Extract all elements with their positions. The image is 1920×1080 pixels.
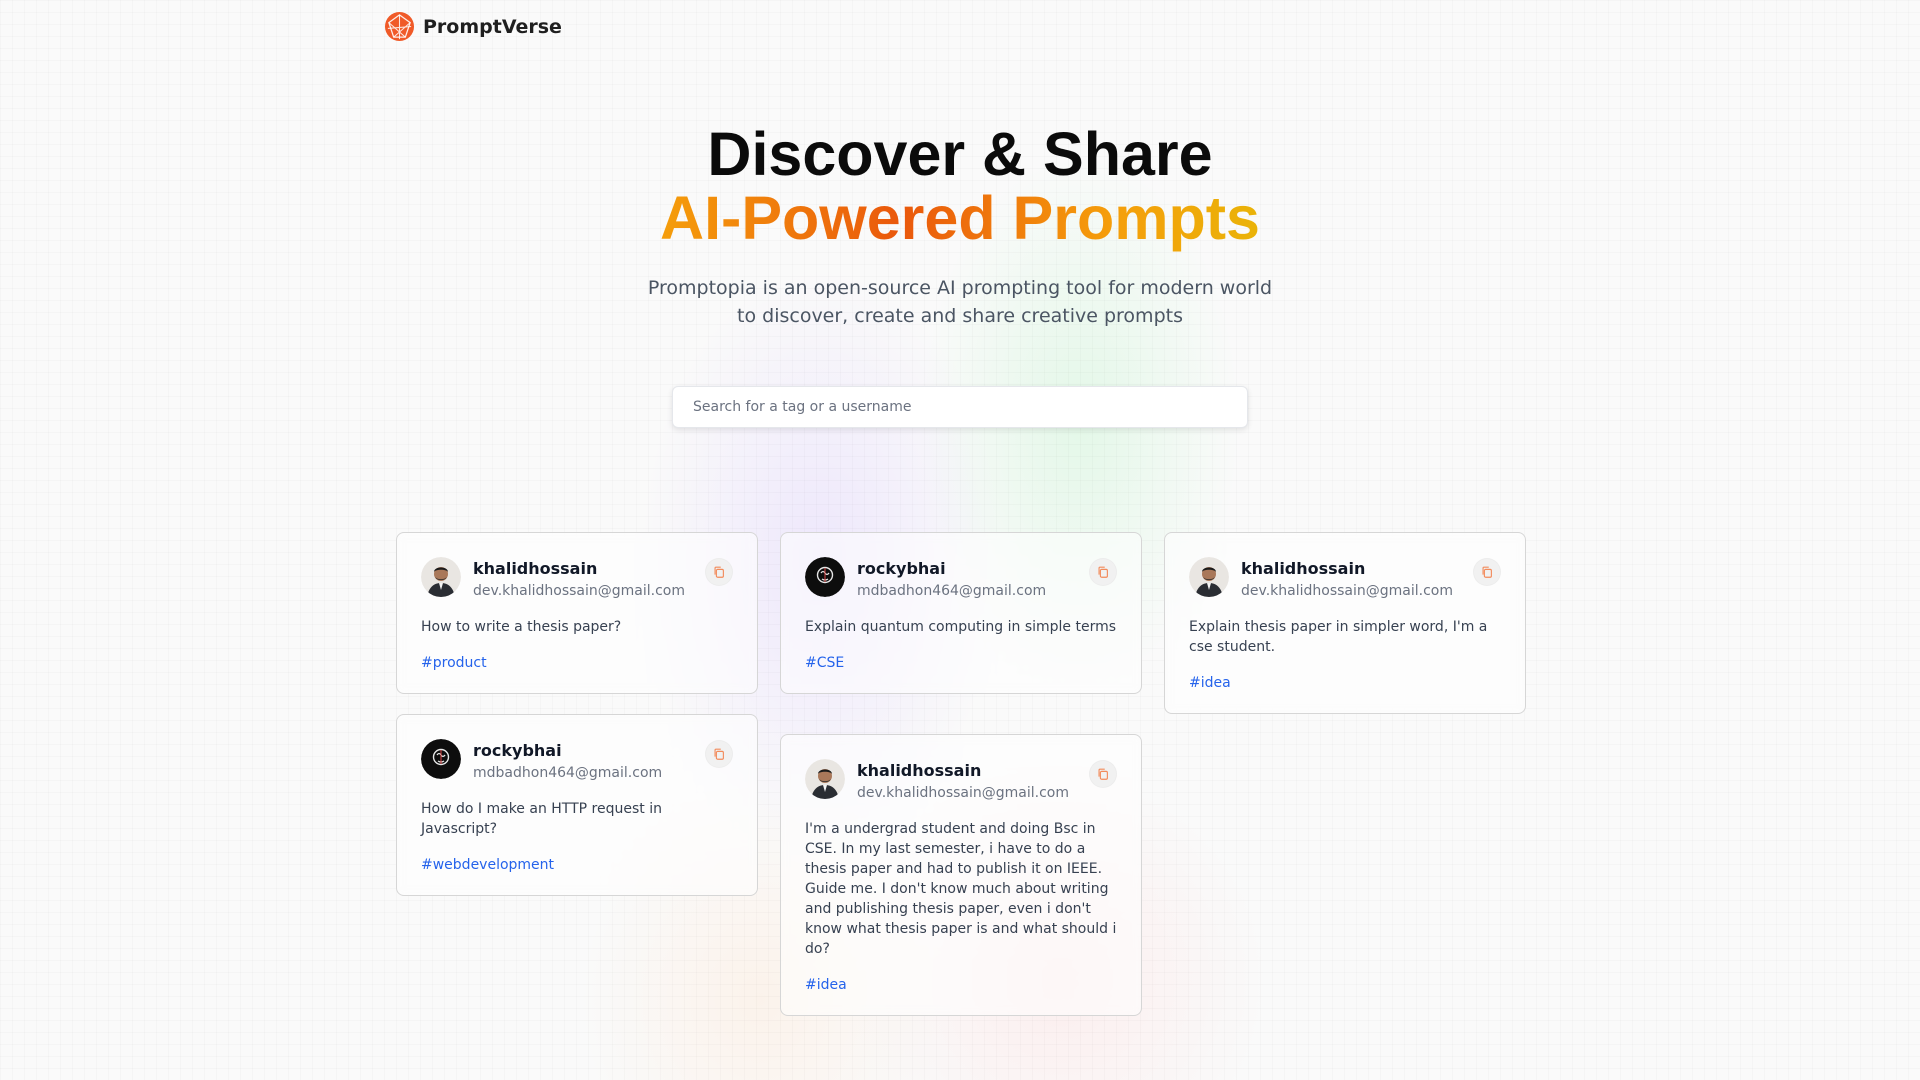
card-username[interactable]: rockybhai <box>857 559 1089 579</box>
hero-title-line1: Discover & Share <box>707 120 1213 188</box>
prompt-card: khalidhossain dev.khalidhossain@gmail.co… <box>780 734 1142 1016</box>
card-email: dev.khalidhossain@gmail.com <box>1241 583 1453 599</box>
prompt-card: khalidhossain dev.khalidhossain@gmail.co… <box>1164 532 1526 714</box>
card-email: dev.khalidhossain@gmail.com <box>857 785 1069 801</box>
card-prompt: Explain quantum computing in simple term… <box>805 619 1117 635</box>
copy-icon <box>1480 565 1494 579</box>
avatar[interactable] <box>421 557 461 597</box>
globe-logo-icon[interactable] <box>384 11 415 42</box>
hero-section: Discover & Share AI-Powered Prompts Prom… <box>0 122 1920 330</box>
avatar[interactable] <box>805 759 845 799</box>
copy-icon <box>712 747 726 761</box>
card-username[interactable]: khalidhossain <box>473 559 705 579</box>
card-email: mdbadhon464@gmail.com <box>857 583 1047 599</box>
card-tag[interactable]: #CSE <box>805 653 1117 673</box>
avatar[interactable] <box>1189 557 1229 597</box>
card-prompt: How to write a thesis paper? <box>421 619 622 635</box>
card-prompt: I'm a undergrad student and doing Bsc in… <box>805 821 1117 957</box>
prompt-card: khalidhossain dev.khalidhossain@gmail.co… <box>396 532 758 694</box>
copy-button[interactable] <box>1473 558 1501 586</box>
copy-icon <box>1096 767 1110 781</box>
copy-button[interactable] <box>1089 760 1117 788</box>
copy-icon <box>1096 565 1110 579</box>
copy-button[interactable] <box>705 558 733 586</box>
prompt-card: rockybhai mdbadhon464@gmail.com Explain … <box>780 532 1142 694</box>
card-username[interactable]: khalidhossain <box>857 761 1089 781</box>
copy-button[interactable] <box>705 740 733 768</box>
card-username[interactable]: khalidhossain <box>1241 559 1473 579</box>
hero-description: Promptopia is an open-source AI promptin… <box>647 277 1273 327</box>
card-tag[interactable]: #webdevelopment <box>421 855 733 875</box>
copy-button[interactable] <box>1089 558 1117 586</box>
card-prompt: How do I make an HTTP request in Javascr… <box>421 801 662 837</box>
hero-title: Discover & Share AI-Powered Prompts <box>0 122 1920 250</box>
copy-icon <box>712 565 726 579</box>
navbar: PromptVerse <box>384 11 562 42</box>
prompt-card: rockybhai mdbadhon464@gmail.com How do I… <box>396 714 758 896</box>
card-email: dev.khalidhossain@gmail.com <box>473 583 685 599</box>
hero-title-line2: AI-Powered Prompts <box>660 184 1260 252</box>
avatar[interactable] <box>805 557 845 597</box>
card-prompt: Explain thesis paper in simpler word, I'… <box>1189 619 1488 655</box>
card-username[interactable]: rockybhai <box>473 741 705 761</box>
card-tag[interactable]: #idea <box>1189 673 1501 693</box>
brand-name[interactable]: PromptVerse <box>423 16 562 38</box>
search-input[interactable] <box>672 386 1248 428</box>
avatar[interactable] <box>421 739 461 779</box>
card-tag[interactable]: #product <box>421 653 733 673</box>
card-email: mdbadhon464@gmail.com <box>473 765 663 781</box>
card-tag[interactable]: #idea <box>805 975 1117 995</box>
